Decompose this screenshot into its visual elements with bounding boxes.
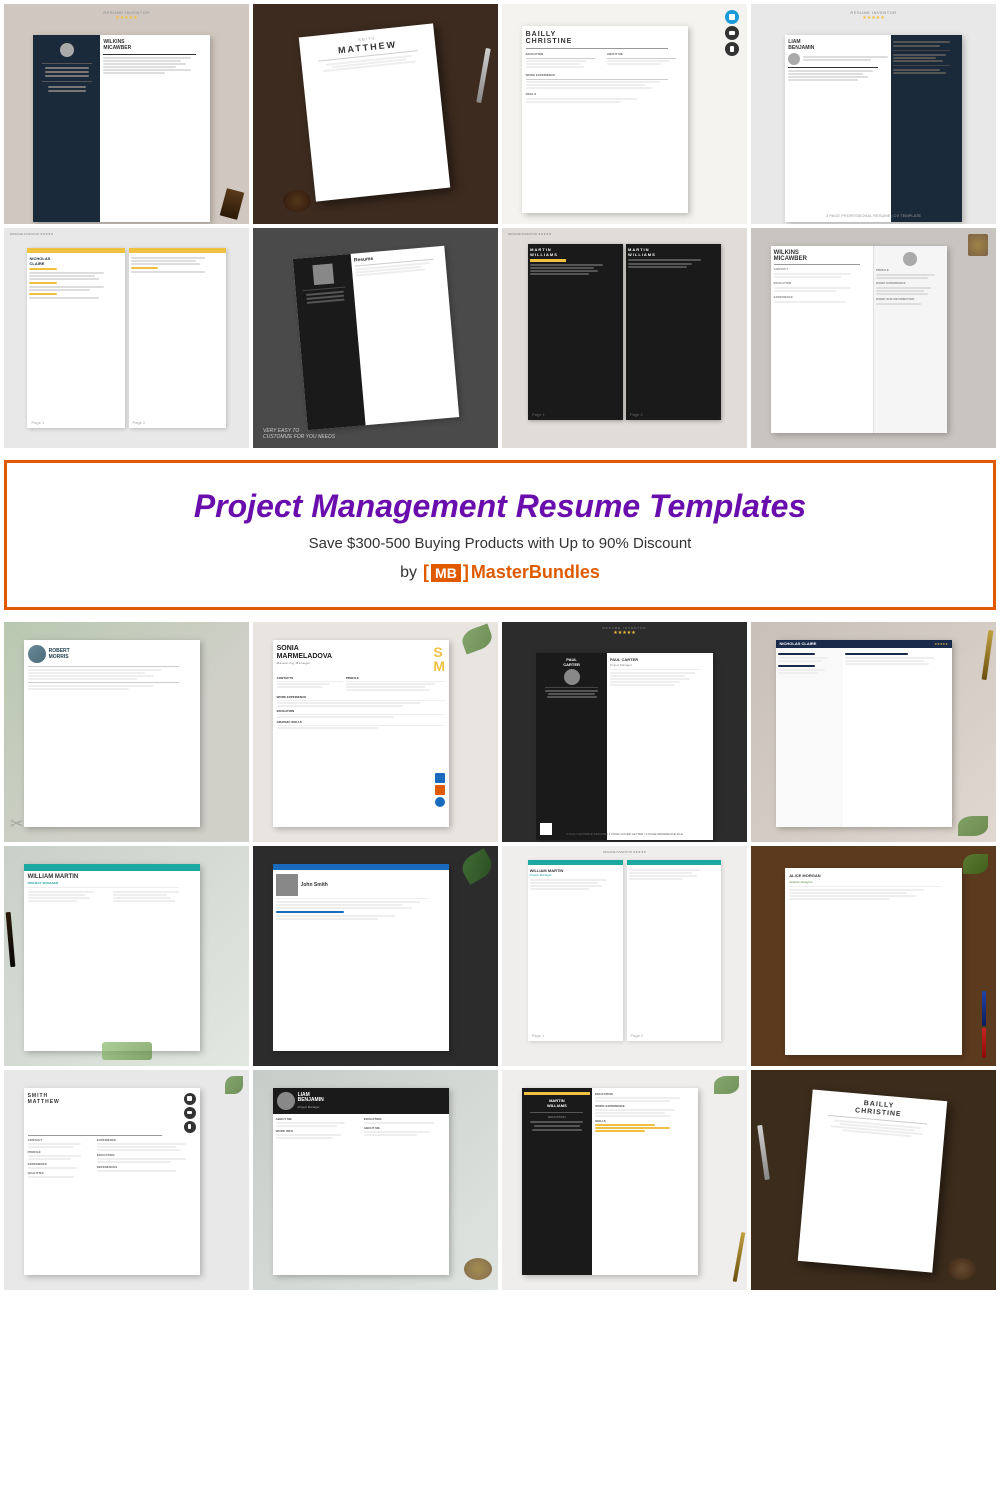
grid-item-16[interactable]: ALICE MORGAN Graphic Designer: [751, 846, 996, 1066]
grid-item-5[interactable]: RESUME INVENTOR ★★★★★ NICHOLASCLAIRE: [4, 228, 249, 448]
bottom-grid-row1: ROBERTMORRIS ✂ SONIAMARMELADOVA: [0, 618, 1000, 846]
stars-4: ★★★★★: [850, 15, 896, 21]
grid-item-17[interactable]: SMITHMATTHEW CONTACT PROFILE: [4, 1070, 249, 1290]
top-grid-row1: RESUME INVENTOR ★★★★★ WILKINSMICAWBER: [0, 0, 1000, 228]
paper-18: LIAMBENJAMIN Project Manager ABOUT ME WO…: [273, 1088, 449, 1275]
paper-6: Resume: [292, 246, 458, 430]
grid-item-11[interactable]: RESUME INVENTOR ★★★★★ PAULCARTER PAUL CA…: [502, 622, 747, 842]
banner-section: Project Management Resume Templates Save…: [4, 460, 996, 610]
banner-brand: by [ MB ] MasterBundles: [27, 562, 973, 583]
grid-item-14[interactable]: John Smith: [253, 846, 498, 1066]
paper-2: SMITH MATTHEW: [299, 24, 450, 202]
action-buttons-3: [725, 10, 739, 56]
brand-logo: [ MB ] MasterBundles: [423, 562, 600, 583]
paper-17: SMITHMATTHEW CONTACT PROFILE: [24, 1088, 200, 1275]
paper-12: NICHOLAS CLAIRE ★★★★★: [776, 640, 952, 827]
grid-item-12[interactable]: NICHOLAS CLAIRE ★★★★★: [751, 622, 996, 842]
paper-19: MARTINWILLIAMS EDUCATION EDUCATION WORK …: [522, 1088, 698, 1275]
grid-item-9[interactable]: ROBERTMORRIS ✂: [4, 622, 249, 842]
banner-subtitle: Save $300-500 Buying Products with Up to…: [27, 535, 973, 552]
grid-item-2[interactable]: SMITH MATTHEW: [253, 4, 498, 224]
brand-name-text: MasterBundles: [471, 562, 600, 583]
paper-11: PAULCARTER PAUL CARTER Project Manager: [536, 653, 712, 840]
grid-item-13[interactable]: WILLIAM MARTIN PROJECT MANAGER: [4, 846, 249, 1066]
grid-item-3[interactable]: BAILLYCHRISTINE EDUCATION ABOUT ME: [502, 4, 747, 224]
bottom-grid-row3: SMITHMATTHEW CONTACT PROFILE: [0, 1070, 1000, 1294]
paper-13: WILLIAM MARTIN PROJECT MANAGER: [24, 864, 200, 1051]
paper-3: BAILLYCHRISTINE EDUCATION ABOUT ME: [522, 26, 689, 213]
banner-by: by: [400, 564, 417, 582]
brand-mb-text: MB: [431, 564, 461, 582]
paper-8: WILKINSMICAWBER CONTACT EDUCATION EXPERI…: [771, 246, 947, 433]
grid-item-19[interactable]: MARTINWILLIAMS EDUCATION EDUCATION WORK …: [502, 1070, 747, 1290]
grid-item-7[interactable]: RESUME INVENTOR ★★★★★ MARTINWILLIAMS Pag…: [502, 228, 747, 448]
paper-20: BAILLYCHRISTINE: [798, 1089, 947, 1272]
paper-1: WILKINSMICAWBER: [33, 35, 209, 222]
grid-item-1[interactable]: RESUME INVENTOR ★★★★★ WILKINSMICAWBER: [4, 4, 249, 224]
grid-item-15[interactable]: RESUME INVENTOR ★★★★★ WILLIAM MARTIN Pro…: [502, 846, 747, 1066]
top-grid-row2: RESUME INVENTOR ★★★★★ NICHOLASCLAIRE: [0, 228, 1000, 452]
paper-9: ROBERTMORRIS: [24, 640, 200, 827]
paper-4: LIAMBENJAMIN: [785, 35, 961, 222]
paper-10: SONIAMARMELADOVA Marketing Manager SM CO…: [273, 640, 449, 827]
bottom-grid-row2: WILLIAM MARTIN PROJECT MANAGER: [0, 846, 1000, 1070]
banner-title: Project Management Resume Templates: [27, 487, 973, 525]
grid-item-4[interactable]: RESUME INVENTOR ★★★★★ LIAMBENJAMIN: [751, 4, 996, 224]
grid-item-20[interactable]: BAILLYCHRISTINE: [751, 1070, 996, 1290]
grid-item-10[interactable]: SONIAMARMELADOVA Marketing Manager SM CO…: [253, 622, 498, 842]
paper-14: John Smith: [273, 864, 449, 1051]
paper-16: ALICE MORGAN Graphic Designer: [785, 868, 961, 1055]
stars-1: ★★★★★: [103, 15, 149, 21]
grid-item-18[interactable]: LIAMBENJAMIN Project Manager ABOUT ME WO…: [253, 1070, 498, 1290]
grid-item-8[interactable]: WILKINSMICAWBER CONTACT EDUCATION EXPERI…: [751, 228, 996, 448]
grid-item-6[interactable]: Resume VERY EASY TOCUSTOMIZE FOR YOU NEE…: [253, 228, 498, 448]
